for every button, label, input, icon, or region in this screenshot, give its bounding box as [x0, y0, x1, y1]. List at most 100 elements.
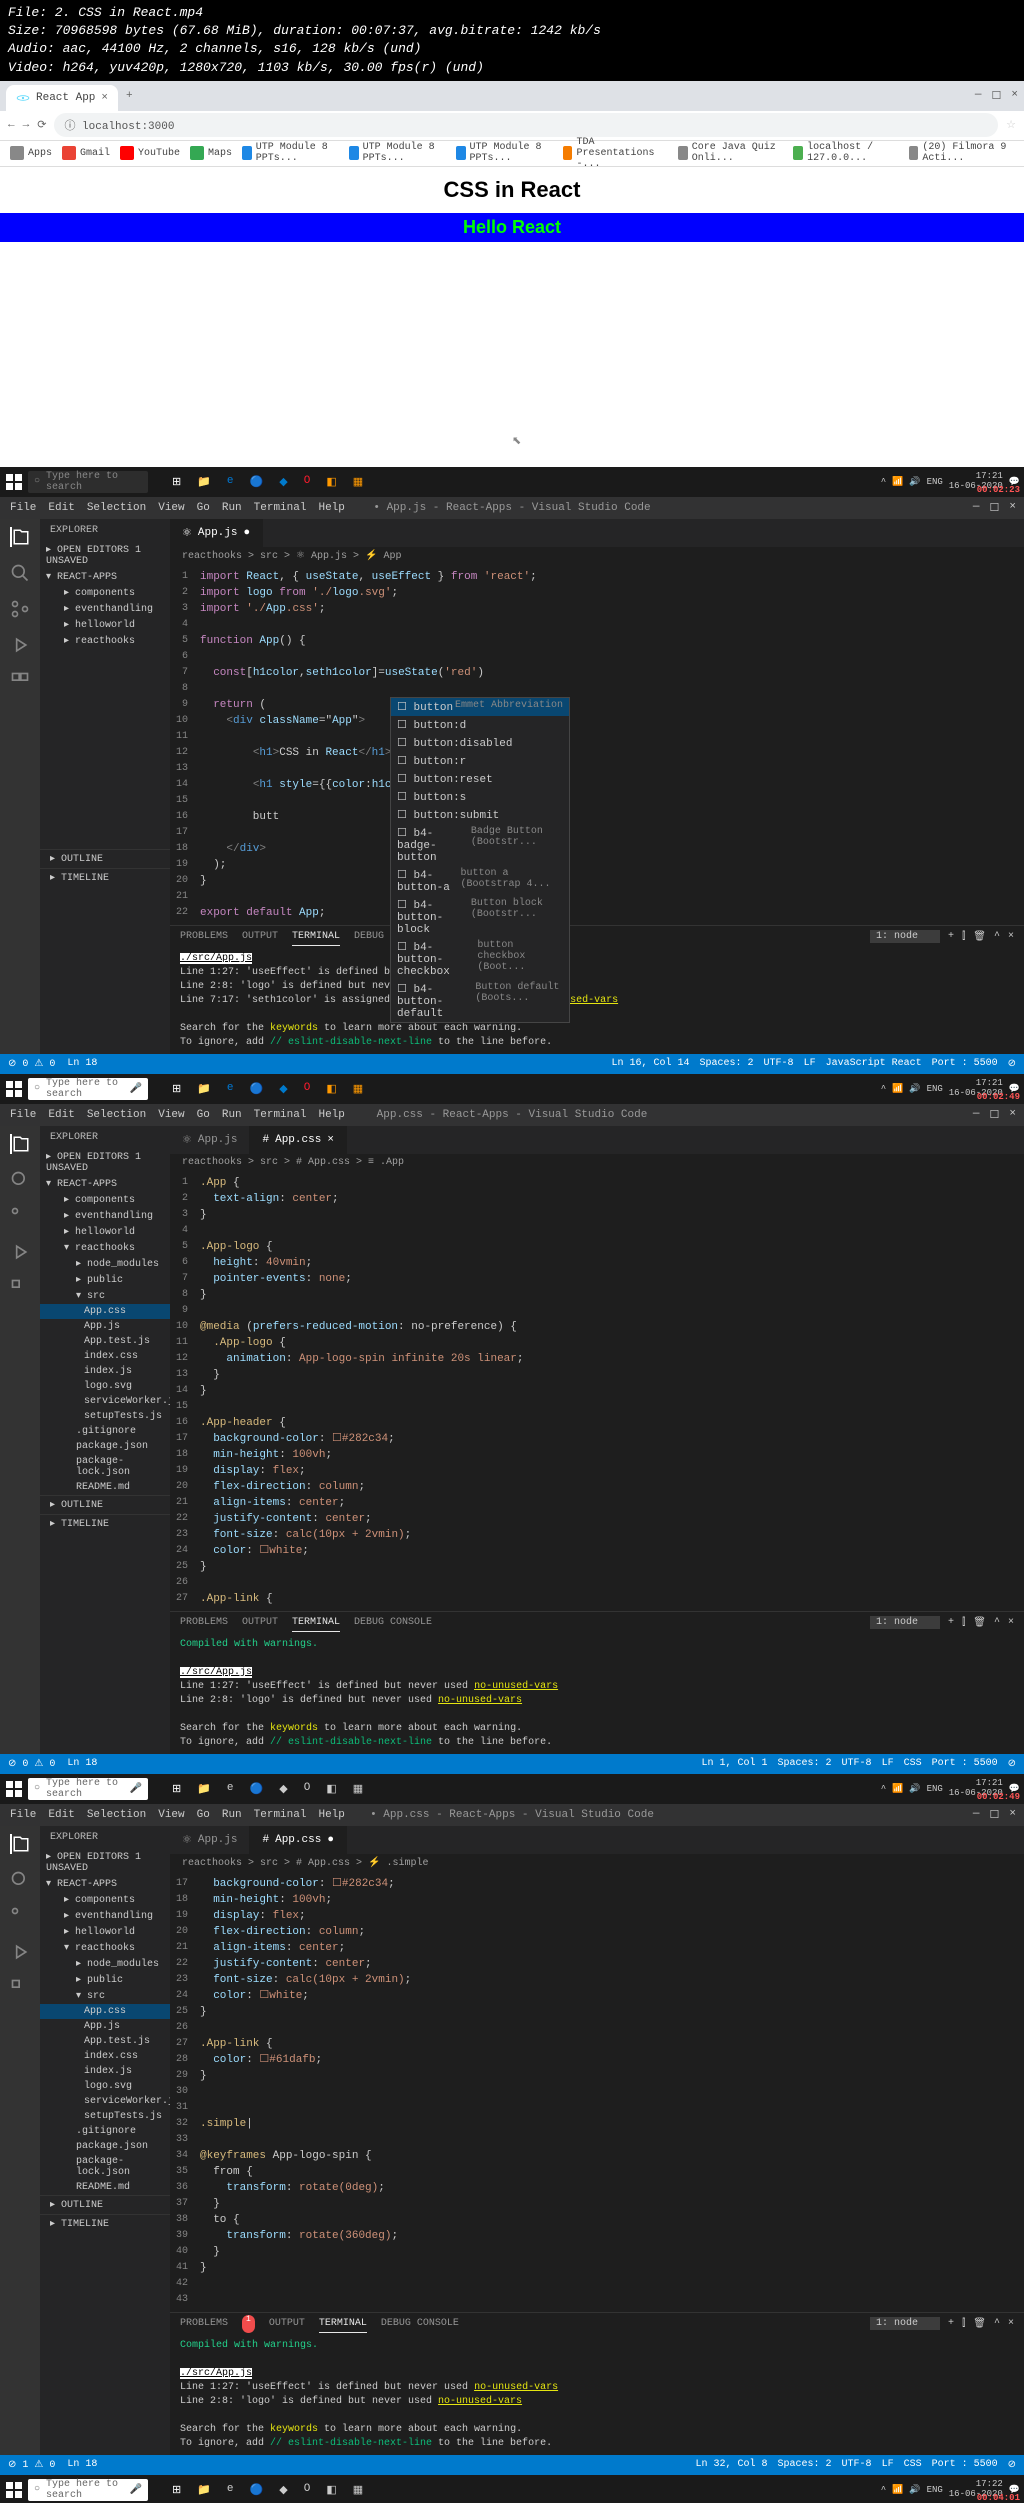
- debug-icon[interactable]: [10, 1942, 30, 1962]
- menu-item[interactable]: Go: [197, 1809, 210, 1821]
- breadcrumb[interactable]: reacthooks > src > ⚛ App.js > ⚡ App: [170, 547, 1024, 565]
- tree-item[interactable]: ▸ components: [40, 1892, 170, 1908]
- code-editor[interactable]: 17 background-color: ☐#282c34;18 min-hei…: [170, 1872, 1024, 2312]
- windows-start-icon[interactable]: [4, 472, 24, 492]
- menu-item[interactable]: Run: [222, 502, 242, 514]
- menu-item[interactable]: Go: [197, 1109, 210, 1121]
- extensions-icon[interactable]: [10, 671, 30, 691]
- tree-item[interactable]: ▸ node_modules: [40, 1956, 170, 1972]
- search-icon[interactable]: [10, 1170, 30, 1190]
- split-terminal-icon[interactable]: ⫿: [962, 931, 965, 943]
- terminal-select[interactable]: 1: node: [870, 930, 940, 943]
- tree-item[interactable]: setupTests.js: [40, 2109, 170, 2124]
- taskbar-search[interactable]: ○ Type here to search 🎤: [28, 1778, 148, 1800]
- minimize-icon[interactable]: —: [975, 89, 982, 103]
- close-icon[interactable]: ×: [1011, 89, 1018, 103]
- close-icon[interactable]: ×: [1009, 501, 1016, 515]
- menu-item[interactable]: View: [158, 1109, 184, 1121]
- tree-item[interactable]: App.test.js: [40, 1334, 170, 1349]
- bookmark-item[interactable]: UTP Module 8 PPTs...: [242, 142, 339, 164]
- bookmark-item[interactable]: YouTube: [120, 146, 180, 160]
- bookmark-item[interactable]: localhost / 127.0.0...: [793, 142, 898, 164]
- windows-start-icon[interactable]: [4, 1079, 24, 1099]
- terminal[interactable]: ./src/App.js Line 1:27: 'useEffect' is d…: [170, 948, 1024, 1054]
- trash-icon[interactable]: 🗑: [973, 931, 986, 943]
- explorer-icon[interactable]: [10, 527, 30, 547]
- status-item[interactable]: Ln 16, Col 14: [612, 1058, 690, 1070]
- status-item[interactable]: ⊘ 0 ⚠ 0: [8, 1058, 55, 1070]
- opera-icon[interactable]: O: [304, 475, 311, 489]
- volume-icon[interactable]: 🔊: [909, 477, 920, 487]
- timeline-section[interactable]: ▸ TIMELINE: [40, 868, 170, 887]
- tree-item[interactable]: ▸ components: [40, 1192, 170, 1208]
- tree-item[interactable]: App.test.js: [40, 2034, 170, 2049]
- tree-item[interactable]: App.js: [40, 1319, 170, 1334]
- bookmark-item[interactable]: TDA Presentations -...: [563, 137, 668, 170]
- status-item[interactable]: LF: [882, 2459, 894, 2471]
- tree-item[interactable]: ▸ public: [40, 1272, 170, 1288]
- tree-item[interactable]: index.js: [40, 1364, 170, 1379]
- menu-item[interactable]: File: [10, 502, 36, 514]
- status-item[interactable]: ⊘: [1008, 2459, 1016, 2471]
- tree-item[interactable]: serviceWorker.js: [40, 2094, 170, 2109]
- status-item[interactable]: ⊘: [1008, 1758, 1016, 1770]
- task-view-icon[interactable]: ⊞: [172, 1082, 181, 1096]
- file-explorer-icon[interactable]: 📁: [197, 475, 211, 489]
- maximize-icon[interactable]: ☐: [990, 501, 1000, 515]
- tree-folder[interactable]: ▸ components: [40, 585, 170, 601]
- menu-item[interactable]: View: [158, 1809, 184, 1821]
- status-item[interactable]: UTF-8: [842, 2459, 872, 2471]
- search-icon[interactable]: [10, 563, 30, 583]
- menu-item[interactable]: Edit: [48, 502, 74, 514]
- menu-item[interactable]: Edit: [48, 1109, 74, 1121]
- panel-tab[interactable]: TERMINAL: [292, 928, 340, 946]
- status-item[interactable]: Ln 1, Col 1: [702, 1758, 768, 1770]
- bookmark-item[interactable]: Apps: [10, 146, 52, 160]
- tree-item[interactable]: ▸ eventhandling: [40, 1908, 170, 1924]
- tree-item[interactable]: ▾ src: [40, 1988, 170, 2004]
- status-item[interactable]: Spaces: 2: [700, 1058, 754, 1070]
- tree-item[interactable]: ▾ reacthooks: [40, 1240, 170, 1256]
- tree-folder[interactable]: ▸ reacthooks: [40, 633, 170, 649]
- tree-folder[interactable]: ▸ helloworld: [40, 617, 170, 633]
- code-editor[interactable]: 1.App {2 text-align: center;3}45.App-log…: [170, 1171, 1024, 1611]
- edge-icon[interactable]: e: [227, 1082, 234, 1096]
- tree-item[interactable]: App.css: [40, 1304, 170, 1319]
- menu-item[interactable]: Selection: [87, 1109, 146, 1121]
- menu-item[interactable]: Run: [222, 1809, 242, 1821]
- menu-item[interactable]: Go: [197, 502, 210, 514]
- explorer-icon[interactable]: [10, 1134, 30, 1154]
- editor-tab[interactable]: # App.css ●: [250, 1826, 346, 1854]
- forward-icon[interactable]: →: [23, 119, 30, 131]
- scm-icon[interactable]: [10, 599, 30, 619]
- editor-tab[interactable]: ⚛ App.js: [170, 1826, 250, 1854]
- tree-item[interactable]: ▸ public: [40, 1972, 170, 1988]
- tree-item[interactable]: README.md: [40, 2180, 170, 2195]
- explorer-icon[interactable]: [10, 1834, 30, 1854]
- menu-item[interactable]: View: [158, 502, 184, 514]
- bookmark-item[interactable]: Core Java Quiz Onli...: [678, 142, 783, 164]
- status-item[interactable]: UTF-8: [842, 1758, 872, 1770]
- tree-item[interactable]: README.md: [40, 1480, 170, 1495]
- taskbar-search[interactable]: ○ Type here to search 🎤: [28, 2479, 148, 2501]
- minimize-icon[interactable]: —: [973, 501, 980, 515]
- status-item[interactable]: LF: [882, 1758, 894, 1770]
- tree-item[interactable]: App.css: [40, 2004, 170, 2019]
- menu-item[interactable]: Terminal: [254, 1809, 307, 1821]
- task-view-icon[interactable]: ⊞: [172, 475, 181, 489]
- status-item[interactable]: Ln 18: [67, 1058, 97, 1069]
- menu-item[interactable]: Run: [222, 1109, 242, 1121]
- menu-item[interactable]: Selection: [87, 1809, 146, 1821]
- wifi-icon[interactable]: 📶: [892, 477, 903, 487]
- scm-icon[interactable]: [10, 1906, 30, 1926]
- extensions-icon[interactable]: [10, 1978, 30, 1998]
- file-explorer-icon[interactable]: 📁: [197, 1082, 211, 1096]
- tree-item[interactable]: index.js: [40, 2064, 170, 2079]
- tree-item[interactable]: ▸ helloworld: [40, 1224, 170, 1240]
- status-item[interactable]: LF: [804, 1058, 816, 1070]
- tree-item[interactable]: ▾ src: [40, 1288, 170, 1304]
- bookmark-item[interactable]: (20) Filmora 9 Acti...: [909, 142, 1014, 164]
- app-icon-2[interactable]: ▦: [353, 1082, 363, 1096]
- debug-icon[interactable]: [10, 1242, 30, 1262]
- chrome-icon[interactable]: 🔵: [250, 475, 264, 489]
